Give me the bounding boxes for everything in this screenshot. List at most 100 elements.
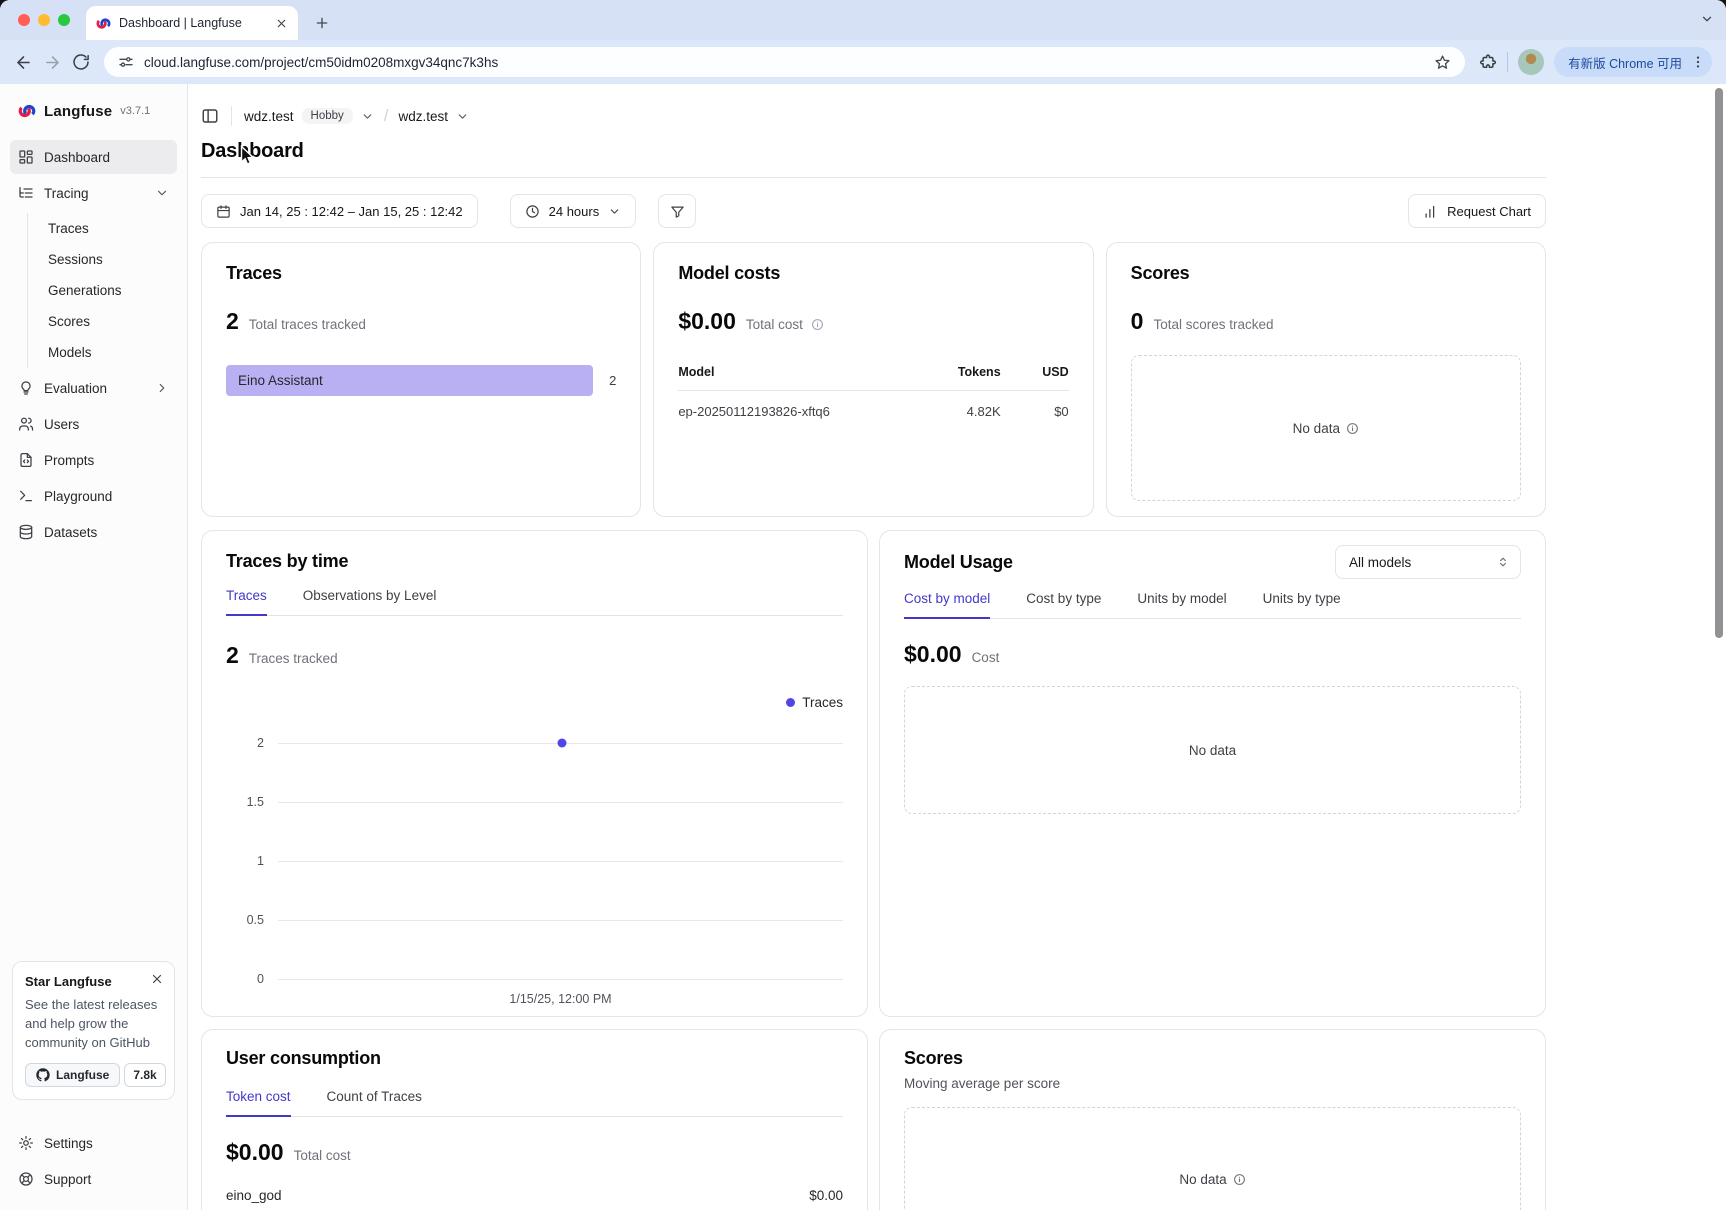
info-icon[interactable] xyxy=(1233,1173,1246,1186)
tab-token-cost[interactable]: Token cost xyxy=(226,1089,291,1117)
app-shell: Langfuse v3.7.1 Dashboard Tracing xyxy=(0,84,1726,1210)
user-row[interactable]: eino_god $0.00 xyxy=(226,1188,843,1203)
sidebar-item-sessions[interactable]: Sessions xyxy=(28,244,177,275)
brand[interactable]: Langfuse v3.7.1 xyxy=(10,100,177,122)
minimize-window-button[interactable] xyxy=(38,14,50,26)
close-icon[interactable] xyxy=(150,972,164,986)
tab-units-by-type[interactable]: Units by type xyxy=(1263,591,1341,619)
site-settings-icon[interactable] xyxy=(118,54,134,70)
new-tab-button[interactable] xyxy=(314,15,330,31)
sidebar-nav: Dashboard Tracing Traces Sessions Genera… xyxy=(10,140,177,549)
info-icon[interactable] xyxy=(811,318,824,331)
sidebar-item-playground[interactable]: Playground xyxy=(10,479,177,513)
model-costs-table: Model Tokens USD ep-20250112193826-xftq6… xyxy=(678,365,1068,419)
sidebar-item-tracing[interactable]: Tracing xyxy=(10,176,177,210)
chart-legend: Traces xyxy=(226,695,843,710)
scores-moving-average-card: Scores Moving average per score No data xyxy=(879,1029,1546,1210)
cards-row-1: Traces 2 Total traces tracked Eino Assis… xyxy=(201,242,1546,517)
sidebar-item-label: Dashboard xyxy=(44,150,110,165)
card-subtitle: Moving average per score xyxy=(904,1076,1521,1091)
sidebar-item-datasets[interactable]: Datasets xyxy=(10,515,177,549)
model-select[interactable]: All models xyxy=(1335,545,1521,579)
sidebar-item-generations[interactable]: Generations xyxy=(28,275,177,306)
gridline xyxy=(278,802,843,803)
traces-tracked-value: 2 xyxy=(226,642,239,669)
sidebar-item-users[interactable]: Users xyxy=(10,407,177,441)
y-tick: 0.5 xyxy=(226,913,264,927)
profile-avatar[interactable] xyxy=(1518,49,1544,75)
sidebar-item-label: Evaluation xyxy=(44,381,107,396)
url-text[interactable]: cloud.langfuse.com/project/cm50idm0208mx… xyxy=(144,55,1424,70)
sidebar-item-support[interactable]: Support xyxy=(10,1162,177,1196)
browser-tab[interactable]: Dashboard | Langfuse xyxy=(86,6,298,40)
forward-button[interactable] xyxy=(43,53,62,72)
user-consumption-label: Total cost xyxy=(294,1148,351,1163)
github-icon xyxy=(36,1068,50,1082)
filter-button[interactable] xyxy=(658,194,696,228)
tab-observations-by-level[interactable]: Observations by Level xyxy=(303,588,437,616)
tab-title: Dashboard | Langfuse xyxy=(119,16,267,30)
back-button[interactable] xyxy=(14,53,33,72)
sidebar-item-settings[interactable]: Settings xyxy=(10,1126,177,1160)
extensions-icon[interactable] xyxy=(1479,53,1497,71)
model-usage-header: Model Usage All models xyxy=(904,545,1521,579)
sidebar-item-prompts[interactable]: Prompts xyxy=(10,443,177,477)
reload-button[interactable] xyxy=(72,53,90,71)
date-range-label: Jan 14, 25 : 12:42 – Jan 15, 25 : 12:42 xyxy=(240,204,463,219)
breadcrumb-separator xyxy=(231,106,232,126)
y-tick: 0 xyxy=(226,972,264,986)
chrome-update-button[interactable]: 有新版 Chrome 可用 xyxy=(1554,47,1712,77)
sidebar-item-traces[interactable]: Traces xyxy=(28,213,177,244)
chart-data-point[interactable] xyxy=(558,739,567,748)
address-bar[interactable]: cloud.langfuse.com/project/cm50idm0208mx… xyxy=(104,47,1465,77)
info-icon[interactable] xyxy=(1346,422,1359,435)
main-content: wdz.test Hobby / wdz.test Dashboard xyxy=(188,84,1726,1210)
github-star-count[interactable]: 7.8k xyxy=(124,1063,165,1087)
tab-traces[interactable]: Traces xyxy=(226,588,267,616)
tab-search-chevron-icon[interactable] xyxy=(1700,12,1714,26)
browser-menu-icon[interactable] xyxy=(1690,54,1706,70)
model-usage-tabs: Cost by model Cost by type Units by mode… xyxy=(904,591,1521,619)
tab-close-icon[interactable] xyxy=(275,17,288,30)
sidebar-item-dashboard[interactable]: Dashboard xyxy=(10,140,177,174)
org-name[interactable]: wdz.test xyxy=(244,109,294,124)
scores-card: Scores 0 Total scores tracked No data xyxy=(1106,242,1546,517)
gridline xyxy=(278,979,843,980)
tab-cost-by-type[interactable]: Cost by type xyxy=(1026,591,1101,619)
tokens-cell: 4.82K xyxy=(909,404,1001,419)
table-header-row: Model Tokens USD xyxy=(678,365,1068,391)
gridline xyxy=(278,920,843,921)
sidebar-toggle-icon[interactable] xyxy=(201,107,219,125)
plan-badge: Hobby xyxy=(302,108,353,124)
sidebar-item-models[interactable]: Models xyxy=(28,337,177,368)
date-range-button[interactable]: Jan 14, 25 : 12:42 – Jan 15, 25 : 12:42 xyxy=(201,194,478,228)
user-consumption-card: User consumption Token cost Count of Tra… xyxy=(201,1029,868,1210)
sidebar-item-scores[interactable]: Scores xyxy=(28,306,177,337)
chevron-right-icon xyxy=(155,381,169,395)
zoom-window-button[interactable] xyxy=(58,14,70,26)
scrollbar-thumb[interactable] xyxy=(1715,88,1723,638)
chevron-down-icon xyxy=(608,205,621,218)
sidebar-item-label: Scores xyxy=(48,314,90,329)
bar-chart-icon xyxy=(1423,204,1438,219)
close-window-button[interactable] xyxy=(18,14,30,26)
no-data-box: No data xyxy=(1131,355,1521,501)
sidebar-item-evaluation[interactable]: Evaluation xyxy=(10,371,177,405)
bookmark-star-icon[interactable] xyxy=(1434,54,1451,71)
model-usage-cost-label: Cost xyxy=(972,650,1000,665)
table-row[interactable]: ep-20250112193826-xftq6 4.82K $0 xyxy=(678,391,1068,419)
col-header-tokens: Tokens xyxy=(909,365,1001,379)
project-name[interactable]: wdz.test xyxy=(399,109,449,124)
no-data-box: No data xyxy=(904,1107,1521,1210)
trace-bar[interactable]: Eino Assistant xyxy=(226,365,593,396)
tab-count-of-traces[interactable]: Count of Traces xyxy=(327,1089,422,1117)
browser-window: Dashboard | Langfuse cloud.langfuse.com/… xyxy=(0,0,1726,1210)
time-preset-button[interactable]: 24 hours xyxy=(510,194,637,228)
request-chart-button[interactable]: Request Chart xyxy=(1408,194,1546,228)
tab-cost-by-model[interactable]: Cost by model xyxy=(904,591,990,619)
chevron-down-icon[interactable] xyxy=(456,110,469,123)
chevron-down-icon[interactable] xyxy=(361,110,374,123)
tab-units-by-model[interactable]: Units by model xyxy=(1137,591,1226,619)
github-repo-button[interactable]: Langfuse xyxy=(25,1063,120,1087)
calendar-icon xyxy=(216,204,231,219)
